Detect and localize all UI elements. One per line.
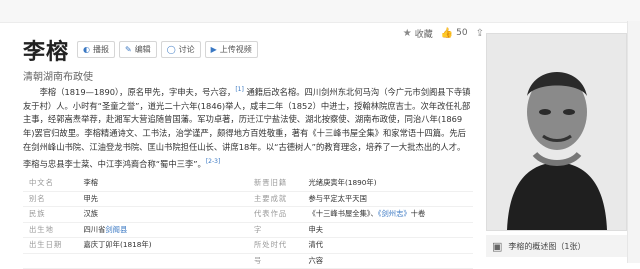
- citation-2-3[interactable]: [2-3]: [206, 158, 220, 165]
- entry-toolbar: ◐ 播报 ✎ 编辑 ◯ 讨论 ▶ 上传视频: [77, 41, 258, 58]
- top-bar: [0, 0, 640, 23]
- info-row: 出生日期 嘉庆丁卯年(1818年) 所处时代 清代: [23, 238, 473, 254]
- info-key: 主要成就: [248, 194, 309, 204]
- share-icon: ⇪: [476, 28, 484, 39]
- info-key: 新晋旧籍: [248, 178, 309, 188]
- image-gallery-icon: ▣: [492, 240, 502, 253]
- info-value: 《十三峰书屋全集》、《剑州志》十卷: [309, 209, 474, 219]
- image-caption-bar[interactable]: ▣ 李榕的概述图（1张）: [486, 235, 627, 257]
- info-row: 出生地 四川省剑阁县 字 申夫: [23, 223, 473, 239]
- info-key: 出生日期: [23, 240, 84, 250]
- info-key: 所处时代: [248, 240, 309, 250]
- right-scroll-edge[interactable]: [627, 21, 640, 263]
- broadcast-button[interactable]: ◐ 播报: [77, 41, 115, 58]
- broadcast-label: 播报: [93, 44, 109, 55]
- info-value-text: 四川省: [84, 225, 106, 234]
- upload-video-icon: ▶: [211, 45, 217, 54]
- pencil-icon: ✎: [125, 45, 132, 54]
- citation-1[interactable]: [1]: [235, 86, 244, 93]
- discuss-label: 讨论: [179, 44, 195, 55]
- info-row: 中文名 李榕 新晋旧籍 光绪庚寅年(1890年): [23, 176, 473, 192]
- info-row: 民族 汉族 代表作品 《十三峰书屋全集》、《剑州志》十卷: [23, 207, 473, 223]
- intro-text-1: 李榕（1819—1890），原名甲先，字申夫，号六容，: [40, 87, 236, 97]
- info-value-tail: 十卷: [411, 209, 426, 218]
- info-value: 嘉庆丁卯年(1818年): [84, 240, 249, 250]
- edit-label: 编辑: [135, 44, 151, 55]
- entry-actions: ★ 收藏 👍 50 ⇪: [403, 25, 484, 41]
- speaker-icon: ◐: [83, 45, 90, 54]
- intro-text-2: 通籍后改名榕。四川剑州东北何马沟（今广元市剑阁县下寺镇友于村）人。小时有“圣童之…: [23, 87, 470, 169]
- share-button[interactable]: ⇪: [476, 28, 484, 39]
- image-caption: 李榕的概述图（1张）: [508, 241, 585, 252]
- info-value-text: 《十三峰书屋全集》、: [309, 209, 378, 218]
- star-icon: ★: [403, 28, 412, 39]
- info-value: 甲先: [84, 194, 249, 204]
- page-title: 李榕: [23, 34, 69, 66]
- info-key: 字: [248, 225, 309, 235]
- info-row: 号 六容: [23, 254, 473, 269]
- like-count: 50: [456, 28, 467, 38]
- info-key: 中文名: [23, 178, 84, 188]
- info-value: 汉族: [84, 209, 249, 219]
- info-value: 参与平定太平天国: [309, 194, 474, 204]
- upload-video-button[interactable]: ▶ 上传视频: [205, 41, 258, 58]
- info-key: 出生地: [23, 225, 84, 235]
- like-button[interactable]: 👍 50: [441, 28, 468, 39]
- collect-button[interactable]: ★ 收藏: [403, 27, 433, 40]
- info-value: 李榕: [84, 178, 249, 188]
- entry-subtitle: 清朝湖南布政使: [23, 68, 93, 83]
- basic-info-table: 中文名 李榕 新晋旧籍 光绪庚寅年(1890年) 别名 甲先 主要成就 参与平定…: [23, 176, 473, 269]
- info-value: 申夫: [309, 225, 474, 235]
- info-key: 别名: [23, 194, 84, 204]
- info-value: 四川省剑阁县: [84, 225, 249, 235]
- edit-button[interactable]: ✎ 编辑: [119, 41, 157, 58]
- info-value: 光绪庚寅年(1890年): [309, 178, 474, 188]
- collect-label: 收藏: [415, 27, 433, 40]
- discuss-button[interactable]: ◯ 讨论: [161, 41, 201, 58]
- info-key: 代表作品: [248, 209, 309, 219]
- thumbs-up-icon: 👍: [441, 28, 453, 39]
- intro-paragraph: 李榕（1819—1890），原名甲先，字申夫，号六容，[1] 通籍后改名榕。四川…: [23, 83, 473, 171]
- info-key: 号: [248, 256, 309, 266]
- info-value: 清代: [309, 240, 474, 250]
- info-key: 民族: [23, 209, 84, 219]
- birthplace-link[interactable]: 剑阁县: [105, 225, 127, 234]
- portrait-image[interactable]: [486, 33, 627, 231]
- summary-sidebar: ▣ 李榕的概述图（1张）: [486, 25, 627, 263]
- upload-video-label: 上传视频: [220, 44, 252, 55]
- chat-bubble-icon: ◯: [167, 45, 176, 54]
- info-row: 别名 甲先 主要成就 参与平定太平天国: [23, 192, 473, 208]
- works-link[interactable]: 《剑州志》: [378, 209, 411, 218]
- info-value: 六容: [309, 256, 474, 266]
